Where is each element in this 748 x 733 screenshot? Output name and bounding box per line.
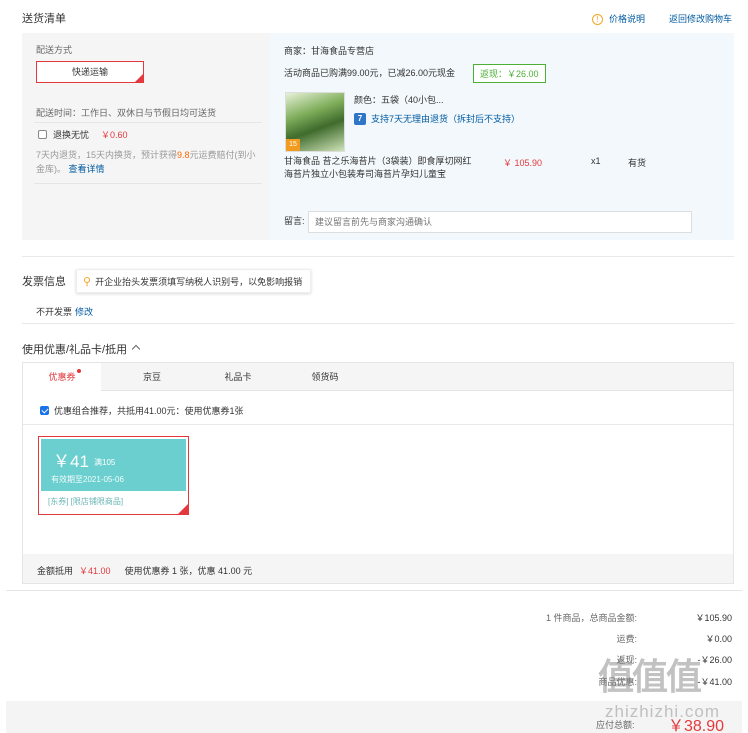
invoice-title: 发票信息 bbox=[22, 276, 66, 288]
tab-coupons[interactable]: 优惠券 bbox=[23, 363, 101, 392]
divider bbox=[22, 323, 734, 324]
coupon-footer-label: 金额抵用 bbox=[37, 566, 74, 576]
coupon-scope: [东券] [限店铺限商品] bbox=[48, 497, 124, 506]
coupon-amount: ￥41 bbox=[53, 452, 89, 471]
tab-gift-card[interactable]: 礼品卡 bbox=[216, 363, 260, 391]
rebate-value: -￥26.00 bbox=[697, 655, 732, 665]
insurance-amount: 9.8 bbox=[177, 150, 190, 160]
combo-text: 优惠组合推荐，共抵用41.00元：使用优惠券1张 bbox=[54, 406, 244, 416]
insurance-details-link[interactable]: 查看详情 bbox=[69, 164, 105, 174]
items-total-value: ￥105.90 bbox=[695, 613, 732, 623]
price-note-link[interactable]: ! 价格说明 bbox=[592, 12, 646, 26]
coupon-condition: 满105 bbox=[94, 458, 116, 467]
insurance-option[interactable]: 退换无忧 ￥0.60 bbox=[38, 128, 128, 141]
selected-corner-icon bbox=[178, 504, 188, 514]
return-policy: 7 支持7天无理由退货（拆封后不支持） bbox=[354, 112, 520, 125]
insurance-description: 7天内退货，15天内换货，预计获得9.8元运费赔付(到小金库)。 查看详情 bbox=[36, 148, 262, 176]
page-title: 送货清单 bbox=[22, 13, 66, 25]
coupons-section-title[interactable]: 使用优惠/礼品卡/抵用 bbox=[22, 341, 141, 357]
invoice-edit-link[interactable]: 修改 bbox=[75, 305, 93, 318]
rebate-badge: 返现：￥26.00 bbox=[473, 64, 546, 83]
divider bbox=[34, 122, 262, 123]
shipping-method-label: 配送方式 bbox=[36, 45, 73, 55]
divider bbox=[22, 256, 734, 257]
divider bbox=[6, 590, 742, 591]
watermark-logo: 值值值 bbox=[598, 657, 702, 698]
divider bbox=[34, 183, 262, 184]
product-stock: 有货 bbox=[628, 158, 647, 168]
insurance-checkbox[interactable] bbox=[38, 130, 47, 139]
chevron-up-icon bbox=[131, 344, 141, 354]
price-note-label: 价格说明 bbox=[609, 14, 646, 24]
product-image-tag: 15 bbox=[286, 139, 300, 151]
product-name[interactable]: 甘海食品 苔之乐海苔片（3袋装）即食厚切网红海苔片独立小包装寿司海苔片孕妇儿童宝 bbox=[284, 155, 472, 181]
product-price: ￥ 105.90 bbox=[503, 158, 543, 168]
invoice-tip-text: 开企业抬头发票须填写纳税人识别号，以免影响报销 bbox=[95, 276, 303, 287]
selected-corner-icon bbox=[135, 74, 143, 82]
invoice-status: 不开发票 bbox=[36, 307, 73, 317]
express-shipping-label: 快递运输 bbox=[71, 67, 108, 77]
info-icon: ! bbox=[592, 14, 603, 26]
tab-coupons-label: 优惠券 bbox=[48, 372, 76, 382]
back-to-cart-link[interactable]: 返回修改购物车 bbox=[669, 12, 732, 25]
notification-dot bbox=[77, 369, 81, 373]
freight-label: 运费: bbox=[616, 634, 637, 644]
tab-jd-beans[interactable]: 京豆 bbox=[130, 363, 174, 391]
items-total-label: 1 件商品，总商品金额: bbox=[545, 613, 637, 623]
discount-value: -￥41.00 bbox=[697, 677, 732, 687]
location-pin-icon: ⚲ bbox=[83, 275, 92, 288]
coupon-card-top: ￥41 满105 有效期至2021-05-06 bbox=[41, 439, 186, 491]
delivery-time: 配送时间：工作日、双休日与节假日均可送货 bbox=[36, 108, 217, 118]
note-input[interactable] bbox=[308, 211, 692, 233]
shop-name: 商家：甘海食品专营店 bbox=[284, 46, 375, 56]
combo-checkbox[interactable] bbox=[40, 406, 49, 415]
insurance-price: ￥0.60 bbox=[101, 130, 128, 140]
seven-day-return-icon: 7 bbox=[354, 112, 366, 125]
coupon-footer-desc: 使用优惠券 1 张，优惠 41.00 元 bbox=[124, 566, 253, 576]
express-shipping-option[interactable]: 快递运输 bbox=[36, 61, 144, 83]
coupons-title-label: 使用优惠/礼品卡/抵用 bbox=[22, 344, 128, 356]
product-image[interactable]: 15 bbox=[285, 92, 345, 152]
coupon-summary: 金额抵用 ￥41.00 使用优惠券 1 张，优惠 41.00 元 bbox=[37, 564, 252, 577]
watermark-url: zhizhizhi.com bbox=[605, 702, 721, 721]
product-color: 颜色：五袋（40小包... bbox=[354, 95, 444, 105]
invoice-tooltip: ⚲ 开企业抬头发票须填写纳税人识别号，以免影响报销 bbox=[76, 269, 312, 293]
coupon-footer-amount: ￥41.00 bbox=[79, 566, 111, 576]
note-label: 留言: bbox=[284, 216, 305, 226]
coupon-card[interactable]: ￥41 满105 有效期至2021-05-06 [东券] [限店铺限商品] bbox=[38, 436, 189, 515]
coupon-expiry: 有效期至2021-05-06 bbox=[51, 475, 124, 484]
product-quantity: x1 bbox=[591, 156, 601, 166]
freight-value: ￥0.00 bbox=[705, 634, 732, 644]
insurance-desc-text: 7天内退货，15天内换货，预计获得 bbox=[36, 150, 178, 160]
promo-text: 活动商品已购满99.00元，已减26.00元现金 bbox=[284, 68, 456, 78]
divider bbox=[23, 424, 733, 425]
combo-recommendation[interactable]: 优惠组合推荐，共抵用41.00元：使用优惠券1张 bbox=[40, 404, 244, 417]
insurance-label: 退换无忧 bbox=[53, 130, 90, 140]
tab-claim-code[interactable]: 领货码 bbox=[300, 363, 350, 391]
return-policy-text: 支持7天无理由退货（拆封后不支持） bbox=[371, 114, 521, 124]
